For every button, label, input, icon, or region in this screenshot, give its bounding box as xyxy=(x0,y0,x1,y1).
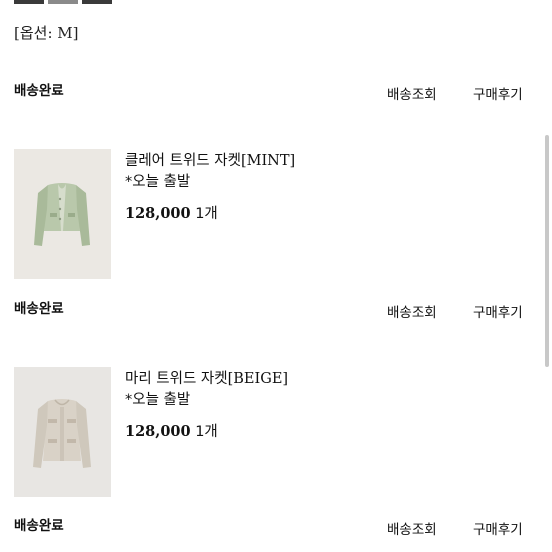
shipping-tracking-button[interactable]: 배송조회 xyxy=(387,83,437,103)
thumbnail-strip xyxy=(14,0,44,4)
scrollbar[interactable] xyxy=(545,135,549,367)
shipping-note: *오늘 출발 xyxy=(125,392,191,408)
previous-item-thumbnails xyxy=(14,0,112,4)
product-variant: [MINT] xyxy=(240,153,296,169)
beige-jacket-illustration xyxy=(14,367,111,497)
product-name[interactable]: 마리 트위드 자켓[BEIGE] xyxy=(125,367,288,388)
product-name[interactable]: 클레어 트위드 자켓[MINT] xyxy=(125,149,295,170)
thumbnail-strip xyxy=(82,0,112,4)
write-review-button[interactable]: 구매후기 xyxy=(473,518,523,538)
shipping-tracking-button[interactable]: 배송조회 xyxy=(387,301,437,321)
price-quantity: 128,000 1개 xyxy=(125,420,218,441)
order-status: 배송완료 xyxy=(14,518,64,534)
quantity: 1개 xyxy=(195,424,218,440)
thumbnail-strip xyxy=(48,0,78,4)
price-quantity: 128,000 1개 xyxy=(125,202,218,223)
mint-jacket-illustration xyxy=(14,149,111,279)
write-review-button[interactable]: 구매후기 xyxy=(473,301,523,321)
product-image-mint-jacket[interactable] xyxy=(14,149,111,279)
product-image-beige-jacket[interactable] xyxy=(14,367,111,497)
product-title: 클레어 트위드 자켓 xyxy=(125,153,241,169)
order-status: 배송완료 xyxy=(14,83,64,99)
shipping-tracking-button[interactable]: 배송조회 xyxy=(387,518,437,538)
quantity: 1개 xyxy=(195,206,218,222)
price: 128,000 xyxy=(125,423,191,440)
price: 128,000 xyxy=(125,205,191,222)
write-review-button[interactable]: 구매후기 xyxy=(473,83,523,103)
order-status: 배송완료 xyxy=(14,301,64,317)
product-title: 마리 트위드 자켓 xyxy=(125,371,228,387)
product-variant: [BEIGE] xyxy=(227,371,289,387)
option-label: [옵션: M] xyxy=(14,24,79,42)
shipping-note: *오늘 출발 xyxy=(125,174,191,190)
